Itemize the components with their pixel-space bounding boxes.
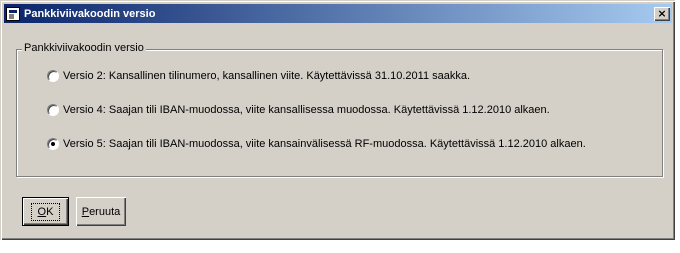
version-groupbox: Pankkiviivakoodin versio Versio 2: Kansa… (16, 42, 663, 177)
groupbox-label: Pankkiviivakoodin versio (22, 42, 146, 54)
option-version-5[interactable]: Versio 5: Saajan tili IBAN-muodossa, vii… (47, 138, 586, 150)
option-label-version-4: Versio 4: Saajan tili IBAN-muodossa, vii… (63, 104, 550, 116)
ok-button[interactable]: OK (22, 197, 69, 226)
option-version-4[interactable]: Versio 4: Saajan tili IBAN-muodossa, vii… (47, 104, 550, 116)
close-icon: × (657, 7, 667, 20)
option-label-version-2: Versio 2: Kansallinen tilinumero, kansal… (63, 70, 471, 82)
radio-version-5[interactable] (47, 138, 59, 150)
ok-button-label: OK (30, 202, 61, 221)
option-version-2[interactable]: Versio 2: Kansallinen tilinumero, kansal… (47, 70, 470, 82)
cancel-button-label: Peruuta (81, 205, 121, 218)
title-bar[interactable]: Pankkiviivakoodin versio × (4, 4, 672, 23)
app-icon (6, 6, 20, 21)
window-title: Pankkiviivakoodin versio (24, 7, 156, 20)
radio-version-4[interactable] (47, 104, 59, 116)
close-button[interactable]: × (654, 6, 670, 21)
dialog-window: Pankkiviivakoodin versio × Pankkiviivako… (0, 0, 675, 240)
cancel-button[interactable]: Peruuta (76, 197, 126, 226)
option-label-version-5: Versio 5: Saajan tili IBAN-muodossa, vii… (63, 138, 586, 150)
radio-version-2[interactable] (47, 70, 59, 82)
